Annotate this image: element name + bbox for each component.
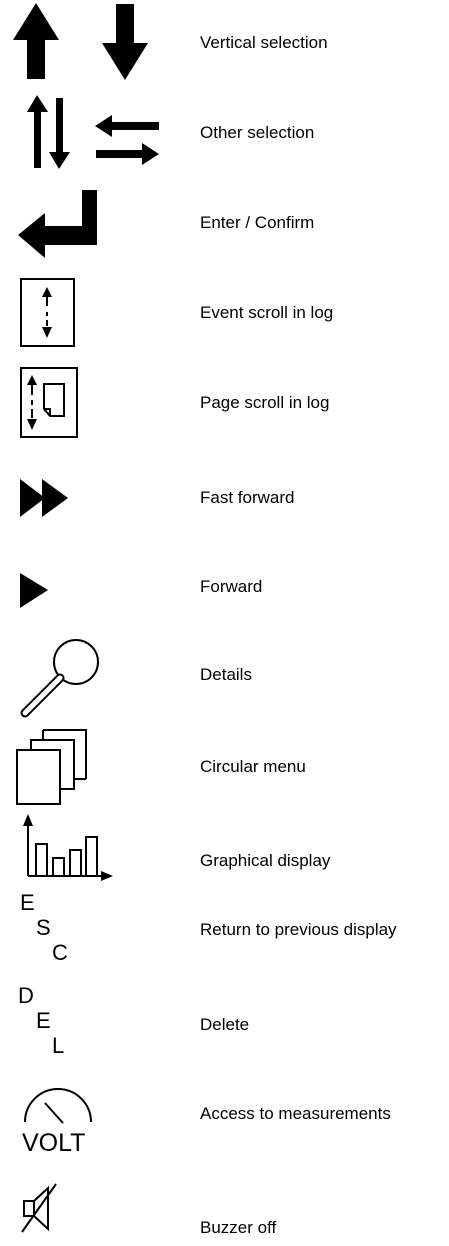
- legend-row-circular-menu: Circular menu: [0, 720, 449, 810]
- legend-label: Circular menu: [200, 757, 306, 776]
- legend-row-delete: D E L Delete: [0, 985, 449, 1070]
- legend-row-buzzer-off: Buzzer off: [0, 1170, 449, 1246]
- legend-row-event-scroll: Event scroll in log: [0, 270, 449, 360]
- legend-row-details: Details: [0, 630, 449, 720]
- legend-row-page-scroll: Page scroll in log: [0, 360, 449, 450]
- legend-label: Graphical display: [200, 851, 331, 870]
- legend-row-access-measurements: VOLT Access to measurements: [0, 1070, 449, 1170]
- legend-label: Forward: [200, 577, 263, 596]
- del-letter-e: E: [36, 1008, 51, 1033]
- legend-label: Other selection: [200, 123, 315, 142]
- legend-label: Vertical selection: [200, 33, 328, 52]
- bar-chart-icon: [23, 814, 113, 881]
- page-scroll-icon: [20, 367, 78, 438]
- legend-row-enter-confirm: Enter / Confirm: [0, 180, 449, 270]
- legend-label: Buzzer off: [200, 1218, 277, 1237]
- buzzer-off-icon: [21, 1183, 57, 1233]
- stacked-pages-icon: [16, 729, 87, 805]
- fast-forward-icon: [20, 479, 68, 517]
- del-letter-d: D: [18, 983, 34, 1008]
- event-scroll-icon: [20, 278, 75, 347]
- legend-label: Access to measurements: [200, 1104, 391, 1123]
- esc-letter-c: C: [52, 940, 68, 965]
- legend-label: Event scroll in log: [200, 303, 334, 322]
- legend-label: Page scroll in log: [200, 393, 330, 412]
- legend-row-vertical-selection: Vertical selection: [0, 0, 449, 90]
- magnifier-icon: [20, 639, 99, 718]
- vertical-arrows-icon: [13, 3, 148, 80]
- voltmeter-label: VOLT: [22, 1129, 86, 1157]
- legend-label: Details: [200, 665, 252, 684]
- esc-letter-s: S: [36, 915, 51, 940]
- del-letter-l: L: [52, 1033, 65, 1058]
- legend-row-fast-forward: Fast forward: [0, 450, 449, 560]
- legend-row-return-previous: E S C Return to previous display: [0, 890, 449, 980]
- legend-label: Fast forward: [200, 488, 295, 507]
- esc-letter-e: E: [20, 890, 35, 915]
- legend-row-other-selection: Other selection: [0, 90, 449, 180]
- legend-label: Return to previous display: [200, 920, 397, 939]
- del-icon: D E L: [0, 985, 170, 1070]
- enter-arrow-icon: [18, 190, 97, 258]
- esc-icon: E S C: [0, 890, 170, 980]
- legend-label: Delete: [200, 1015, 250, 1034]
- swap-arrows-icon: [27, 95, 159, 169]
- legend-label: Enter / Confirm: [200, 213, 315, 232]
- legend-row-graphical-display: Graphical display: [0, 810, 449, 890]
